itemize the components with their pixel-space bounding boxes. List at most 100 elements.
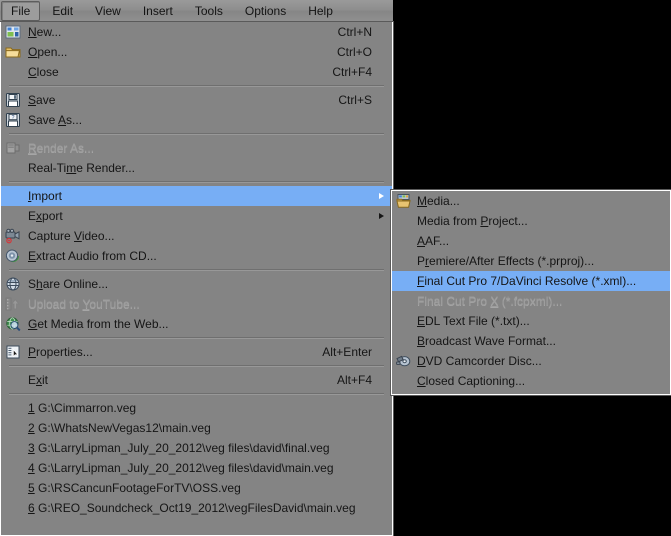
menu-item-shortcut: Ctrl+N <box>337 25 372 39</box>
camcorder-icon <box>5 228 21 244</box>
import-menu-item-dvd-camcorder-disc[interactable]: DVD Camcorder Disc... <box>392 351 670 371</box>
recent-file-label: 1 G:\Cimmarron.veg <box>28 401 137 415</box>
menu-separator <box>9 269 384 271</box>
menu-item-label: Properties... <box>28 345 93 359</box>
menu-item-shortcut: Alt+Enter <box>322 345 372 359</box>
menu-item-label: DVD Camcorder Disc... <box>417 354 542 368</box>
menu-separator <box>9 365 384 367</box>
menubar-item-help[interactable]: Help <box>298 1 343 21</box>
menu-item-label: Open... <box>28 45 68 59</box>
file-menu-item-capture-video[interactable]: Capture Video... <box>1 226 392 246</box>
menubar-item-view[interactable]: View <box>85 1 131 21</box>
file-menu-item-import[interactable]: Import <box>1 186 392 206</box>
menu-item-label: Render As... <box>28 141 95 155</box>
menu-item-label: Close <box>28 65 59 79</box>
menu-item-label: Premiere/After Effects (*.prproj)... <box>417 254 595 268</box>
share-globe-icon <box>5 276 21 292</box>
import-menu-item-edl-text-file-txt[interactable]: EDL Text File (*.txt)... <box>392 311 670 331</box>
upload-film-icon <box>5 296 21 312</box>
menu-item-shortcut: Ctrl+S <box>338 93 372 107</box>
open-folder-icon <box>5 44 21 60</box>
import-menu-item-final-cut-pro-x-fcpxml: Final Cut Pro X (*.fcpxml)... <box>392 291 670 311</box>
file-menu-item-exit[interactable]: Exit Alt+F4 <box>1 370 392 390</box>
recent-file-item-6[interactable]: 6 G:\REO_Soundcheck_Oct19_2012\vegFilesD… <box>1 498 392 518</box>
menu-separator <box>9 393 384 395</box>
import-menu-item-premiere-after-effects-prproj[interactable]: Premiere/After Effects (*.prproj)... <box>392 251 670 271</box>
import-menu-item-media[interactable]: Media... <box>392 191 670 211</box>
cd-audio-icon <box>5 248 21 264</box>
file-menu-item-share-online[interactable]: Share Online... <box>1 274 392 294</box>
recent-file-label: 4 G:\LarryLipman_July_20_2012\veg files\… <box>28 461 334 475</box>
save-disk-icon <box>5 92 21 108</box>
menubar-item-edit[interactable]: Edit <box>42 1 83 21</box>
menu-item-label: Media... <box>417 194 460 208</box>
menu-item-label: Share Online... <box>28 277 109 291</box>
recent-file-label: 2 G:\WhatsNewVegas12\main.veg <box>28 421 211 435</box>
recent-file-item-2[interactable]: 2 G:\WhatsNewVegas12\main.veg <box>1 418 392 438</box>
new-project-icon <box>5 24 21 40</box>
svg-text:?: ? <box>12 115 15 121</box>
file-menu-item-export[interactable]: Export <box>1 206 392 226</box>
import-media-icon <box>396 193 412 209</box>
recent-file-item-1[interactable]: 1 G:\Cimmarron.veg <box>1 398 392 418</box>
import-menu-item-closed-captioning[interactable]: Closed Captioning... <box>392 371 670 391</box>
menu-separator <box>9 181 384 183</box>
menubar-item-file[interactable]: File <box>1 0 41 21</box>
file-menu-item-properties[interactable]: Properties... Alt+Enter <box>1 342 392 362</box>
file-menu-item-close[interactable]: Close Ctrl+F4 <box>1 62 392 82</box>
recent-file-label: 5 G:\RSCancunFootageForTV\OSS.veg <box>28 481 241 495</box>
file-menu-dropdown: New... Ctrl+N Open... Ctrl+O Close Ctrl+F4 Sav… <box>0 22 393 536</box>
save-as-disk-icon: ? <box>5 112 21 128</box>
import-menu-item-aaf[interactable]: AAF... <box>392 231 670 251</box>
file-menu-item-real-time-render[interactable]: Real-Time Render... <box>1 158 392 178</box>
recent-file-item-3[interactable]: 3 G:\LarryLipman_July_20_2012\veg files\… <box>1 438 392 458</box>
import-menu-item-broadcast-wave-format[interactable]: Broadcast Wave Format... <box>392 331 670 351</box>
import-menu-item-media-from-project[interactable]: Media from Project... <box>392 211 670 231</box>
menu-item-shortcut: Ctrl+O <box>336 45 372 59</box>
menu-item-label: Extract Audio from CD... <box>28 249 157 263</box>
import-menu-item-final-cut-pro-7-davinci-resolve-xml[interactable]: Final Cut Pro 7/DaVinci Resolve (*.xml).… <box>392 271 670 291</box>
menu-item-label: New... <box>28 25 62 39</box>
menu-item-shortcut: Ctrl+F4 <box>332 65 372 79</box>
file-menu-item-save-as[interactable]: ? Save As... <box>1 110 392 130</box>
dvd-camcorder-icon <box>396 353 412 369</box>
menu-item-label: Broadcast Wave Format... <box>417 334 556 348</box>
menu-item-label: Closed Captioning... <box>417 374 526 388</box>
file-menu-item-save[interactable]: Save Ctrl+S <box>1 90 392 110</box>
menu-item-label: AAF... <box>417 234 450 248</box>
menu-separator <box>9 85 384 87</box>
properties-icon <box>5 344 21 360</box>
web-search-icon <box>5 316 21 332</box>
menu-item-label: EDL Text File (*.txt)... <box>417 314 530 328</box>
recent-file-item-5[interactable]: 5 G:\RSCancunFootageForTV\OSS.veg <box>1 478 392 498</box>
file-menu-item-open[interactable]: Open... Ctrl+O <box>1 42 392 62</box>
menu-item-label: Get Media from the Web... <box>28 317 169 331</box>
menu-item-label: Capture Video... <box>28 229 115 243</box>
recent-file-label: 3 G:\LarryLipman_July_20_2012\veg files\… <box>28 441 330 455</box>
menubar-item-options[interactable]: Options <box>235 1 296 21</box>
menu-item-label: Final Cut Pro X (*.fcpxml)... <box>417 294 563 308</box>
import-submenu: Media... Media from Project... AAF... Premi… <box>391 190 671 395</box>
file-menu-item-upload-to-youtube: Upload to YouTube... <box>1 294 392 314</box>
menu-separator <box>9 337 384 339</box>
menu-item-label: Upload to YouTube... <box>28 297 140 311</box>
submenu-arrow-icon <box>379 213 384 219</box>
submenu-arrow-icon <box>379 193 384 199</box>
file-menu-item-new[interactable]: New... Ctrl+N <box>1 22 392 42</box>
file-menu-item-extract-audio-from-cd[interactable]: Extract Audio from CD... <box>1 246 392 266</box>
menubar-item-tools[interactable]: Tools <box>185 1 233 21</box>
menu-item-label: Save As... <box>28 113 83 127</box>
menu-separator <box>9 133 384 135</box>
file-menu-item-render-as: Render As... <box>1 138 392 158</box>
recent-file-item-4[interactable]: 4 G:\LarryLipman_July_20_2012\veg files\… <box>1 458 392 478</box>
file-menu-item-get-media-from-the-web[interactable]: Get Media from the Web... <box>1 314 392 334</box>
menubar-item-insert[interactable]: Insert <box>133 1 183 21</box>
menu-item-label: Save <box>28 93 56 107</box>
menu-item-label: Exit <box>28 373 49 387</box>
recent-file-label: 6 G:\REO_Soundcheck_Oct19_2012\vegFilesD… <box>28 501 356 515</box>
menu-item-label: Media from Project... <box>417 214 528 228</box>
render-icon <box>5 140 21 156</box>
menu-item-shortcut: Alt+F4 <box>336 373 372 387</box>
menu-item-label: Import <box>28 189 63 203</box>
menu-item-label: Final Cut Pro 7/DaVinci Resolve (*.xml).… <box>417 274 637 288</box>
